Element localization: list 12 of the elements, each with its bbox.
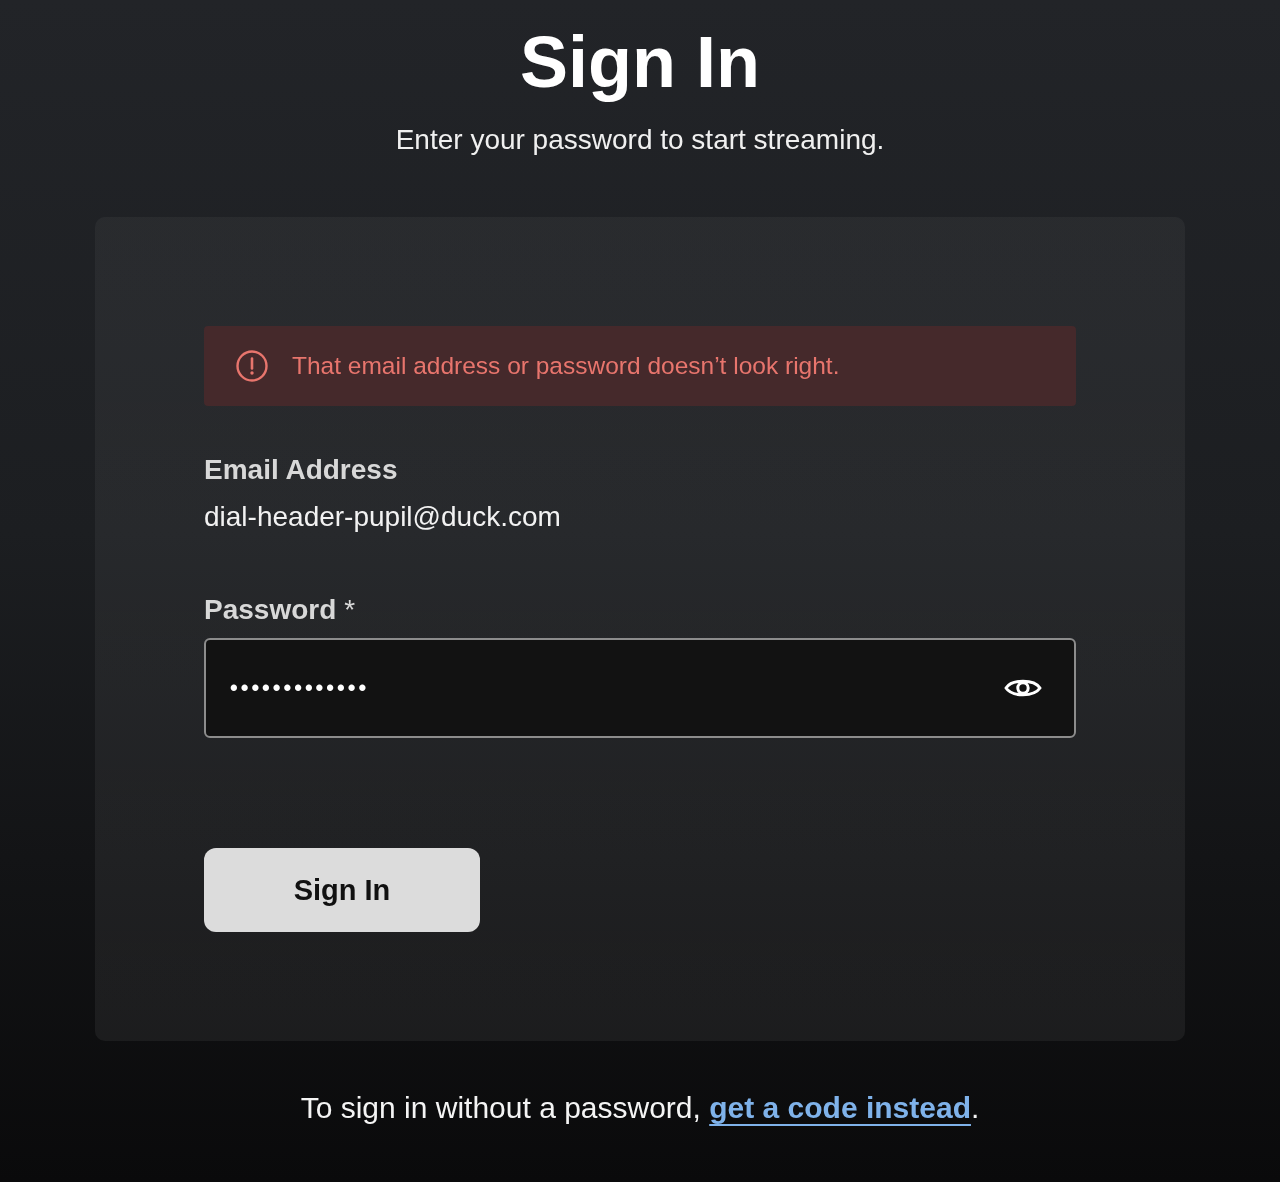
required-mark: * (344, 593, 356, 627)
field-label: Password (204, 593, 337, 627)
page-title: Sign In (520, 21, 760, 104)
footer-text: To sign in without a password, get a code instead. (300, 1090, 980, 1126)
page-subtitle: Enter your password to start streaming. (395, 123, 885, 157)
email-value: dial-header-pupil@duck.com (204, 500, 561, 534)
get-code-link[interactable]: get a code instead (709, 1091, 971, 1124)
exclamation-icon (236, 350, 268, 382)
password-field[interactable]: ••••••••••••• (204, 638, 1076, 738)
sign-in-button[interactable]: Sign In (204, 848, 480, 932)
field-label: Email Address (204, 453, 398, 487)
error-message: That email address or password doesn’t look right. (292, 351, 840, 381)
